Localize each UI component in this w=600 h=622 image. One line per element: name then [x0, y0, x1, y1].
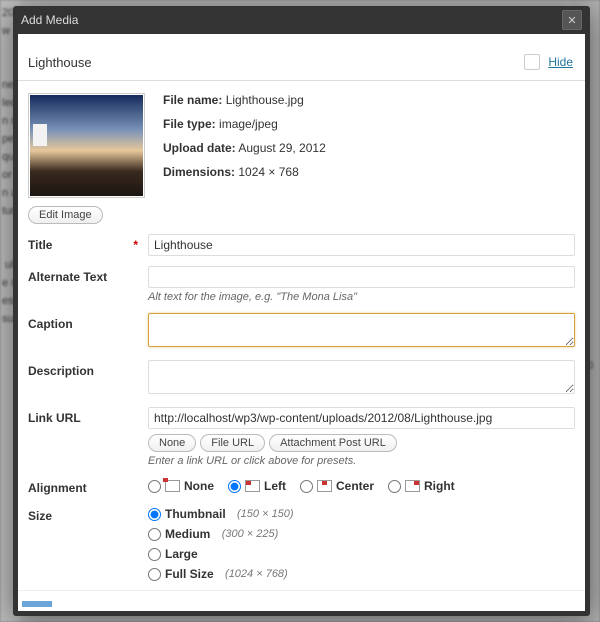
filename-value: Lighthouse.jpg — [226, 93, 304, 107]
link-hint: Enter a link URL or click above for pres… — [148, 455, 575, 467]
title-input[interactable] — [148, 234, 575, 256]
caption-input[interactable] — [148, 313, 575, 347]
add-media-dialog: Add Media ✕ Lighthouse Hide File name: L… — [13, 6, 590, 616]
link-label: Link URL — [28, 407, 148, 425]
align-center[interactable]: Center — [300, 479, 374, 493]
media-name: Lighthouse — [28, 55, 92, 70]
align-none-icon — [165, 480, 180, 492]
align-right-icon — [405, 480, 420, 492]
hide-link[interactable]: Hide — [548, 55, 573, 69]
size-large[interactable]: Large — [148, 547, 575, 561]
align-right[interactable]: Right — [388, 479, 455, 493]
filetype-label: File type: — [163, 117, 216, 131]
description-input[interactable] — [148, 360, 575, 394]
align-left-icon — [245, 480, 260, 492]
media-form: Title* Alternate Text Alt text for the i… — [18, 230, 585, 581]
align-left[interactable]: Left — [228, 479, 286, 493]
dialog-body: Lighthouse Hide File name: Lighthouse.jp… — [18, 34, 585, 611]
link-attachment-button[interactable]: Attachment Post URL — [269, 434, 397, 452]
edit-image-button[interactable]: Edit Image — [28, 206, 103, 224]
dialog-title: Add Media — [21, 13, 78, 27]
size-full[interactable]: Full Size (1024 × 768) — [148, 567, 575, 581]
dimensions-value: 1024 × 768 — [238, 165, 298, 179]
alignment-label: Alignment — [28, 477, 148, 495]
link-fileurl-button[interactable]: File URL — [200, 434, 265, 452]
dialog-titlebar: Add Media ✕ — [13, 6, 590, 34]
filetype-value: image/jpeg — [219, 117, 278, 131]
align-center-icon — [317, 480, 332, 492]
dimensions-label: Dimensions: — [163, 165, 235, 179]
upload-label: Upload date: — [163, 141, 236, 155]
dialog-footer — [18, 590, 585, 611]
link-none-button[interactable]: None — [148, 434, 196, 452]
media-header: Lighthouse Hide — [18, 44, 585, 81]
alt-hint: Alt text for the image, e.g. "The Mona L… — [148, 291, 575, 303]
file-meta: File name: Lighthouse.jpg File type: ima… — [163, 93, 326, 198]
link-input[interactable] — [148, 407, 575, 429]
size-group: Thumbnail (150 × 150) Medium (300 × 225)… — [148, 505, 575, 581]
hide-control: Hide — [524, 54, 573, 70]
size-label: Size — [28, 505, 148, 523]
caption-label: Caption — [28, 313, 148, 331]
size-medium[interactable]: Medium (300 × 225) — [148, 527, 575, 541]
media-info: File name: Lighthouse.jpg File type: ima… — [18, 81, 585, 206]
size-thumbnail[interactable]: Thumbnail (150 × 150) — [148, 507, 575, 521]
filename-label: File name: — [163, 93, 222, 107]
align-none[interactable]: None — [148, 479, 214, 493]
alt-label: Alternate Text — [28, 266, 148, 284]
close-icon[interactable]: ✕ — [562, 10, 582, 30]
alignment-group: None Left Center Right — [148, 477, 575, 493]
description-label: Description — [28, 360, 148, 378]
upload-value: August 29, 2012 — [238, 141, 325, 155]
alt-input[interactable] — [148, 266, 575, 288]
dialog-scroll[interactable]: Lighthouse Hide File name: Lighthouse.jp… — [18, 34, 585, 611]
progress-bar — [22, 601, 52, 607]
title-label: Title* — [28, 234, 148, 252]
thumbnail-image — [28, 93, 145, 198]
hide-checkbox[interactable] — [524, 54, 540, 70]
